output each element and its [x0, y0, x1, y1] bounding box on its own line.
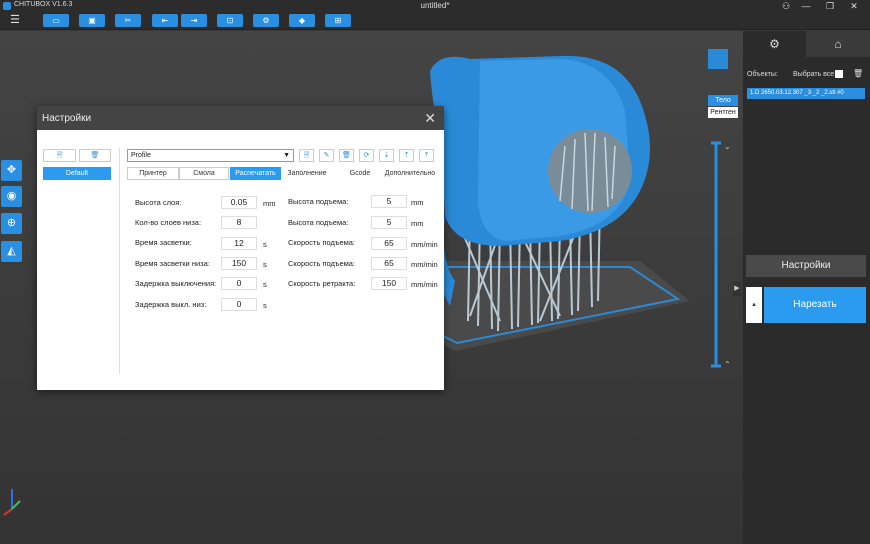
save-file-button[interactable]: ▣: [79, 14, 105, 27]
toolbar: ☰ ▭ ▣ ✂ ⇤ ⇥ ⊡ ⚙ ◆ ⊞: [0, 12, 870, 30]
tab-printer[interactable]: Принтер: [127, 167, 179, 180]
bottom-exposure-input[interactable]: 150: [221, 257, 257, 270]
tab-printer-settings[interactable]: ⌂: [806, 31, 870, 57]
field-unit: mm/min: [411, 260, 438, 269]
new-file-button[interactable]: 🗎: [299, 149, 314, 162]
settings-dialog: Настройки ✕ 🗎 🗑 Default Profile ▼ 🗎 ✎ 🗑 …: [37, 106, 444, 390]
field-label: Скорость подъема:: [288, 259, 356, 268]
select-all-checkbox[interactable]: [835, 70, 843, 78]
chevron-down-icon: ▼: [283, 152, 290, 159]
undo-button[interactable]: ⇤: [152, 14, 178, 27]
field-label: Высота слоя:: [135, 198, 182, 207]
field-unit: s: [263, 240, 267, 249]
field-unit: mm: [411, 198, 424, 207]
view-cube-icon[interactable]: [708, 49, 728, 69]
upload-button[interactable]: ⤒: [419, 149, 434, 162]
exposure-time-input[interactable]: 12: [221, 237, 257, 250]
objects-header: Объекты: Выбрать все 🗑: [745, 69, 868, 81]
delete-button[interactable]: 🗑: [339, 149, 354, 162]
field-unit: s: [263, 260, 267, 269]
right-panel: ⚙ ⌂ Объекты: Выбрать все 🗑 1.D 2650.03.1…: [743, 31, 870, 544]
field-label: Высота подъема:: [288, 197, 349, 206]
tab-model-settings[interactable]: ⚙: [743, 31, 806, 57]
dialog-title: Настройки: [42, 113, 92, 124]
close-window-button[interactable]: ✕: [844, 0, 864, 12]
delete-profile-button[interactable]: 🗑: [79, 149, 111, 162]
field-unit: s: [263, 280, 267, 289]
light-off-delay-input[interactable]: 0: [221, 277, 257, 290]
redo-button[interactable]: ⇥: [181, 14, 207, 27]
new-profile-button[interactable]: 🗎: [43, 149, 76, 162]
refresh-button[interactable]: ⟳: [359, 149, 374, 162]
delete-icon[interactable]: 🗑: [853, 69, 863, 78]
profile-select-value: Profile: [131, 152, 151, 159]
tab-advanced[interactable]: Дополнительно: [382, 167, 438, 180]
scale-tool-button[interactable]: ⊕: [1, 213, 22, 234]
profile-list-item-default[interactable]: Default: [43, 167, 111, 180]
bottom-light-off-delay-input[interactable]: 0: [221, 298, 257, 311]
view-mode-body[interactable]: Тело: [708, 95, 738, 106]
objects-label: Объекты:: [747, 71, 778, 78]
tab-resin[interactable]: Смола: [179, 167, 229, 180]
close-icon[interactable]: ✕: [424, 110, 436, 127]
axis-x: [3, 508, 13, 516]
profile-select[interactable]: Profile ▼: [127, 149, 294, 162]
field-unit: mm/min: [411, 280, 438, 289]
field-label: Задержка выкл. низ:: [135, 300, 207, 309]
support-button[interactable]: ⚙: [253, 14, 279, 27]
dialog-header: Настройки ✕: [37, 106, 444, 130]
field-unit: mm/min: [411, 240, 438, 249]
field-unit: mm: [411, 219, 424, 228]
minimize-button[interactable]: —: [796, 0, 816, 12]
open-file-button[interactable]: ▭: [43, 14, 69, 27]
tab-print[interactable]: Распечатать: [230, 167, 281, 180]
edit-button[interactable]: ✎: [319, 149, 334, 162]
user-icon[interactable]: ⚇: [776, 0, 796, 12]
slice-button[interactable]: Нарезать: [764, 287, 866, 323]
field-unit: mm: [263, 199, 276, 208]
mirror-tool-button[interactable]: ◭: [1, 241, 22, 262]
layer-height-input[interactable]: 0.05: [221, 196, 257, 209]
settings-button[interactable]: Настройки: [746, 255, 866, 277]
layout-button[interactable]: ⊡: [217, 14, 243, 27]
slider-up-chevron-icon[interactable]: ⌃: [724, 360, 731, 369]
field-label: Кол-во слоев низа:: [135, 218, 202, 227]
bottom-lift-speed-input[interactable]: 65: [371, 257, 407, 270]
panel-collapse-icon[interactable]: ▶: [733, 282, 741, 296]
field-label: Скорость ретракта:: [288, 279, 356, 288]
hollow-button[interactable]: ◆: [289, 14, 315, 27]
rotate-tool-button[interactable]: ◉: [1, 186, 22, 207]
export-button[interactable]: ⇡: [399, 149, 414, 162]
field-label: Скорость подъема:: [288, 238, 356, 247]
fill-button[interactable]: ⊞: [325, 14, 351, 27]
move-tool-button[interactable]: ✥: [1, 160, 22, 181]
lift-speed-input[interactable]: 65: [371, 237, 407, 250]
view-mode-xray[interactable]: Рентген: [708, 107, 738, 118]
tab-infill[interactable]: Заполнение: [283, 167, 331, 180]
select-all-label: Выбрать все: [793, 71, 835, 78]
object-list-item[interactable]: 1.D 2650.03.12.307 _3 _2 _2.stl #0: [747, 88, 865, 99]
axis-y: [11, 500, 21, 510]
field-label: Время засветки низа:: [135, 259, 210, 268]
title-bar: CHITUBOX V1.6.3 untitled* ⚇ — ❐ ✕: [0, 0, 870, 12]
menu-icon[interactable]: ☰: [10, 15, 20, 26]
tab-gcode[interactable]: Gcode: [342, 167, 378, 180]
dialog-divider: [119, 148, 120, 374]
lift-distance-input[interactable]: 5: [371, 195, 407, 208]
field-unit: s: [263, 301, 267, 310]
field-label: Высота подъема:: [288, 218, 349, 227]
slider-down-chevron-icon[interactable]: ⌄: [724, 142, 731, 151]
slice-options-button[interactable]: ▴: [746, 287, 762, 323]
restore-button[interactable]: ❐: [820, 0, 840, 12]
bottom-lift-distance-input[interactable]: 5: [371, 216, 407, 229]
field-label: Время засветки:: [135, 238, 192, 247]
field-label: Задержка выключения:: [135, 279, 217, 288]
bottom-layers-input[interactable]: 8: [221, 216, 257, 229]
cut-button[interactable]: ✂: [115, 14, 141, 27]
import-button[interactable]: ⇣: [379, 149, 394, 162]
document-title: untitled*: [420, 1, 450, 10]
retract-speed-input[interactable]: 150: [371, 277, 407, 290]
